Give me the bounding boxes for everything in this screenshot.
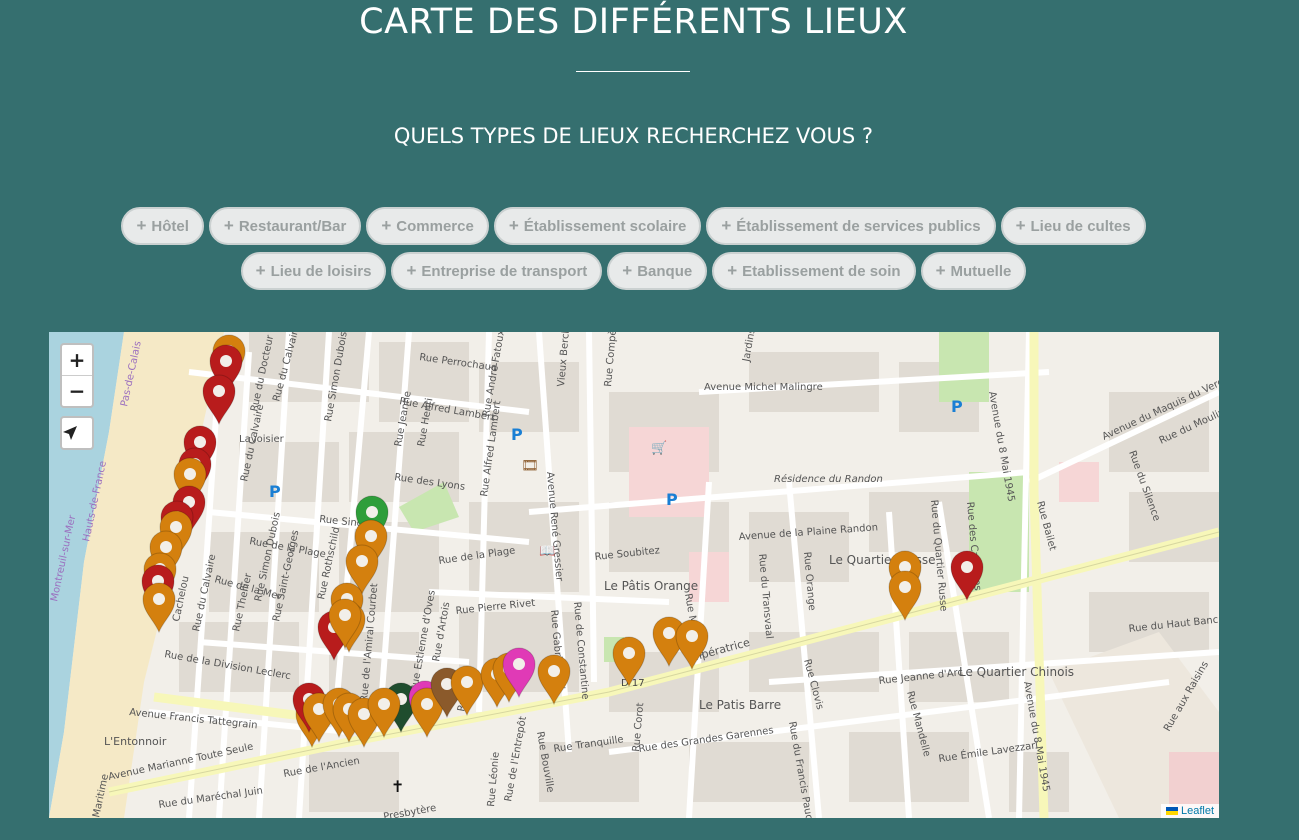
filter-label: Lieu de loisirs	[270, 262, 372, 280]
zoom-in-button[interactable]: +	[62, 345, 92, 375]
zoom-control: + −	[60, 343, 94, 408]
title-divider	[576, 71, 690, 72]
filter-entreprise-transport[interactable]: + Entreprise de transport	[391, 252, 603, 290]
filter-label: Entreprise de transport	[421, 262, 588, 280]
marker-dot	[170, 521, 182, 533]
place-label: Le Patis Barre	[699, 698, 781, 712]
marker-dot	[513, 658, 525, 670]
filter-hotel[interactable]: + Hôtel	[121, 207, 204, 245]
library-icon: 📖	[539, 544, 555, 559]
marker-dot	[365, 530, 377, 542]
map-attribution[interactable]: Leaflet	[1160, 804, 1219, 818]
place-label: L'Entonnoir	[104, 735, 167, 748]
marker-dot	[378, 698, 390, 710]
church-icon: ✝	[391, 777, 404, 796]
filter-label: Hôtel	[151, 217, 189, 235]
page-title: CARTE DES DIFFÉRENTS LIEUX	[359, 2, 908, 42]
marker-dot	[961, 561, 973, 573]
plus-icon: +	[721, 216, 732, 235]
plus-icon: +	[935, 261, 946, 280]
filter-label: Etablissement de soin	[742, 262, 901, 280]
street-label: Rue du Maréchal Juin	[158, 784, 264, 811]
cinema-icon: 🎞	[521, 458, 539, 474]
marker-dot	[686, 630, 698, 642]
marker-dot	[160, 541, 172, 553]
map-view[interactable]: P P P P Avenue Michel Malingre Rue Alfre…	[49, 332, 1219, 818]
filter-etablissement-soin[interactable]: + Etablissement de soin	[712, 252, 916, 290]
filter-label: Lieu de cultes	[1030, 217, 1131, 235]
plus-icon: +	[255, 261, 266, 280]
plus-icon: +	[727, 261, 738, 280]
street-label: Rue de l'Entrepôt	[502, 715, 529, 802]
street-label: Lavoisier	[239, 434, 285, 445]
marker-dot	[339, 609, 351, 621]
filter-label: Banque	[637, 262, 693, 280]
plus-icon: +	[406, 261, 417, 280]
filter-label: Établissement scolaire	[523, 217, 687, 235]
marker-dot	[366, 506, 378, 518]
plus-icon: +	[622, 261, 633, 280]
filter-restaurant-bar[interactable]: + Restaurant/Bar	[208, 207, 362, 245]
filter-banque[interactable]: + Banque	[607, 252, 708, 290]
map-marker[interactable]	[202, 374, 236, 426]
place-label: Résidence du Randon	[774, 473, 883, 485]
parking-icon: P	[951, 397, 963, 416]
filter-lieu-de-loisirs[interactable]: + Lieu de loisirs	[240, 252, 387, 290]
marker-dot	[358, 708, 370, 720]
locate-button[interactable]	[60, 416, 94, 450]
parking-icon: P	[666, 490, 678, 509]
filter-label: Commerce	[396, 217, 474, 235]
marker-dot	[220, 355, 232, 367]
location-arrow-icon	[63, 426, 77, 440]
marker-dot	[461, 676, 473, 688]
marker-dot	[194, 436, 206, 448]
filter-commerce[interactable]: + Commerce	[366, 207, 489, 245]
filter-label: Restaurant/Bar	[238, 217, 347, 235]
leaflet-link[interactable]: Leaflet	[1181, 805, 1214, 817]
zoom-out-button[interactable]: −	[62, 375, 92, 406]
marker-dot	[184, 468, 196, 480]
place-label: Le Quartier Chinois	[959, 665, 1074, 679]
filter-label: Établissement de services publics	[736, 217, 981, 235]
parking-icon: P	[511, 425, 523, 444]
plus-icon: +	[508, 216, 519, 235]
shop-area	[689, 552, 729, 602]
filter-services-publics[interactable]: + Établissement de services publics	[706, 207, 996, 245]
street-label: Rue Léonie	[485, 751, 502, 807]
filter-lieu-de-cultes[interactable]: + Lieu de cultes	[1000, 207, 1146, 245]
filter-label: Mutuelle	[950, 262, 1012, 280]
parking-icon: P	[269, 482, 281, 501]
filter-chip-list: + Hôtel + Restaurant/Bar + Commerce + Établi…	[100, 207, 1167, 290]
shopping-cart-icon: 🛒	[651, 440, 667, 456]
marker-dot	[356, 555, 368, 567]
plus-icon: +	[223, 216, 234, 235]
marker-dot	[623, 647, 635, 659]
filter-etablissement-scolaire[interactable]: + Établissement scolaire	[493, 207, 702, 245]
marker-dot	[899, 581, 911, 593]
map-canvas[interactable]: P P P P Avenue Michel Malingre Rue Alfre…	[49, 332, 1219, 818]
street-label: Avenue Michel Malingre	[704, 382, 823, 393]
marker-dot	[213, 385, 225, 397]
marker-dot	[548, 665, 560, 677]
plus-icon: +	[381, 216, 392, 235]
filter-mutuelle[interactable]: + Mutuelle	[920, 252, 1027, 290]
plus-icon: +	[136, 216, 147, 235]
marker-dot	[421, 698, 433, 710]
marker-dot	[153, 593, 165, 605]
street-label: Rue Compère	[602, 332, 620, 387]
filter-question: QUELS TYPES DE LIEUX RECHERCHEZ VOUS ?	[393, 124, 874, 148]
flag-icon	[1165, 807, 1178, 816]
marker-dot	[663, 627, 675, 639]
plus-icon: +	[1015, 216, 1026, 235]
place-label: Le Pâtis Orange	[604, 579, 698, 593]
